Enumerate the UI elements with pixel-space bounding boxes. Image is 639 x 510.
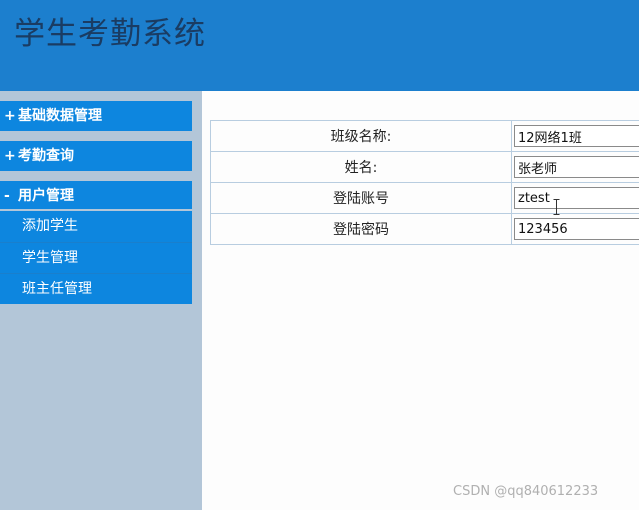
form-row-login-password: 登陆密码 <box>210 213 639 245</box>
name-label: 姓名: <box>210 151 512 183</box>
menu-group-label: 基础数据管理 <box>18 108 102 124</box>
login-password-label: 登陆密码 <box>210 213 512 245</box>
form-row-class-name: 班级名称: <box>210 120 639 152</box>
teacher-form-table: 班级名称: 姓名: 登陆账号 登陆密码 <box>210 120 639 245</box>
menu-item-student-management[interactable]: 学生管理 <box>0 242 192 273</box>
class-name-label: 班级名称: <box>210 120 512 152</box>
text-cursor-icon <box>553 199 560 215</box>
menu-item-add-student[interactable]: 添加学生 <box>0 211 192 242</box>
expand-plus-icon: + <box>4 148 16 164</box>
menu-group-label: 用户管理 <box>18 188 74 204</box>
menu-group-user-management[interactable]: - 用户管理 <box>0 181 192 209</box>
menu-item-head-teacher-management[interactable]: 班主任管理 <box>0 273 192 304</box>
menu-group-user-management-items: 添加学生 学生管理 班主任管理 <box>0 211 192 304</box>
login-account-label: 登陆账号 <box>210 182 512 214</box>
header-bar: 学生考勤系统 <box>0 0 639 91</box>
expand-plus-icon: + <box>4 108 16 124</box>
form-row-login-account: 登陆账号 <box>210 182 639 214</box>
app-title: 学生考勤系统 <box>14 16 206 52</box>
login-password-field[interactable] <box>514 218 639 240</box>
collapse-minus-icon: - <box>4 188 10 204</box>
menu-group-attendance-query[interactable]: + 考勤查询 <box>0 141 192 171</box>
login-account-field[interactable] <box>514 187 639 209</box>
watermark: CSDN @qq840612233 <box>453 484 599 499</box>
menu-group-basic-data[interactable]: + 基础数据管理 <box>0 101 192 131</box>
class-name-field[interactable] <box>514 125 639 147</box>
menu-group-label: 考勤查询 <box>18 148 74 164</box>
form-row-name: 姓名: <box>210 151 639 183</box>
name-field[interactable] <box>514 156 639 178</box>
